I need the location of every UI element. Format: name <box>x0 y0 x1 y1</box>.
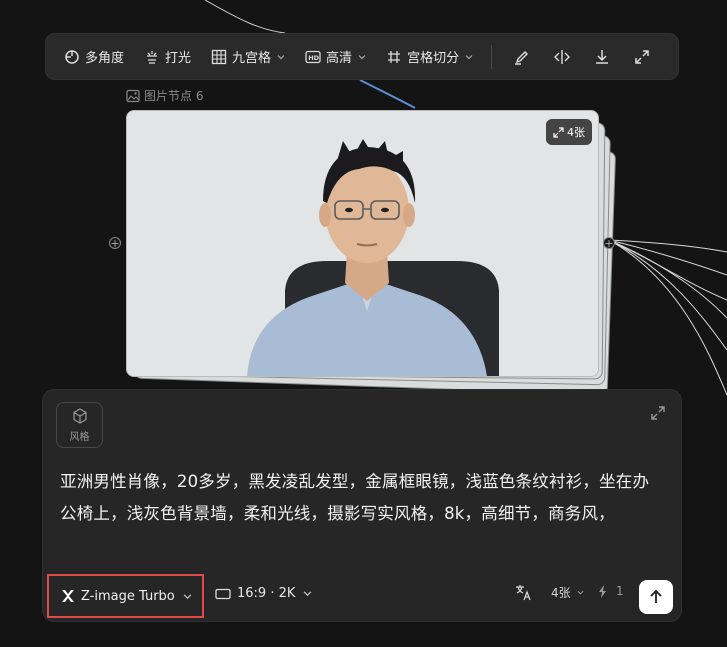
credits-indicator: 1 <box>598 584 624 598</box>
download-icon <box>596 49 609 64</box>
ratio-label: 16:9 · 2K <box>237 586 296 601</box>
send-button[interactable] <box>639 580 673 614</box>
aspect-ratio-selector[interactable]: 16:9 · 2K <box>215 586 312 601</box>
chevron-down-icon <box>577 590 584 595</box>
style-button[interactable]: 风格 <box>56 402 103 448</box>
image-icon <box>126 89 140 102</box>
count-badge-label: 4张 <box>567 126 585 139</box>
translate-button[interactable] <box>515 584 532 601</box>
image-node-card[interactable]: 4张 <box>126 110 599 377</box>
chevron-down-icon <box>304 591 312 597</box>
toolbar-divider <box>491 44 493 69</box>
model-label: Z-image Turbo <box>81 588 175 604</box>
hd-button[interactable]: HD 高清 <box>299 41 372 73</box>
nine-grid-label: 九宫格 <box>232 51 272 66</box>
hd-icon: HD <box>305 50 321 63</box>
flip-button[interactable] <box>542 41 582 73</box>
prompt-textarea[interactable]: 亚洲男性肖像，20多岁，黑发凌乱发型，金属框眼镜，浅蓝色条纹衬衫，坐在办公椅上，… <box>60 466 660 530</box>
style-label: 风格 <box>69 432 90 443</box>
chevron-down-icon <box>358 54 366 59</box>
output-port[interactable]: + <box>603 237 615 249</box>
image-count-label: 4张 <box>551 586 571 600</box>
multi-angle-icon <box>65 49 79 64</box>
credits-value: 1 <box>616 584 624 598</box>
chevron-down-icon <box>183 593 192 599</box>
expand-arrows-icon <box>553 126 564 138</box>
lighting-label: 打光 <box>165 51 192 66</box>
arrow-up-icon <box>650 590 662 603</box>
input-port[interactable]: + <box>109 237 121 249</box>
node-label-text: 图片节点 6 <box>144 89 204 103</box>
svg-text:HD: HD <box>308 53 319 61</box>
grid-split-button[interactable]: 宫格切分 <box>380 41 479 73</box>
lighting-icon <box>147 50 158 64</box>
aspect-ratio-icon <box>215 588 231 599</box>
chevron-down-icon <box>465 54 473 59</box>
multi-angle-button[interactable]: 多角度 <box>58 41 130 73</box>
flip-icon <box>554 49 571 64</box>
expand-panel-button[interactable] <box>649 404 667 426</box>
translate-icon <box>516 585 531 601</box>
image-count-selector[interactable]: 4张 <box>551 584 584 601</box>
prompt-panel: 风格 亚洲男性肖像，20多岁，黑发凌乱发型，金属框眼镜，浅蓝色条纹衬衫，坐在办公… <box>42 389 682 622</box>
multi-angle-label: 多角度 <box>85 51 125 66</box>
portrait-photo <box>127 111 598 376</box>
node-label: 图片节点 6 <box>126 87 203 104</box>
download-button[interactable] <box>582 41 622 73</box>
image-count-badge[interactable]: 4张 <box>546 119 592 145</box>
lightning-icon <box>599 584 606 598</box>
nine-grid-button[interactable]: 九宫格 <box>205 41 291 73</box>
hd-label: 高清 <box>326 51 353 66</box>
expand-icon <box>651 406 665 420</box>
image-toolbar: 多角度 打光 九宫格 HD 高清 宫格切分 <box>45 33 679 80</box>
brush-icon <box>515 50 529 65</box>
grid-split-icon <box>388 50 401 63</box>
lighting-button[interactable]: 打光 <box>138 41 197 73</box>
fullscreen-icon <box>635 49 649 64</box>
prompt-controls: Z-image Turbo 16:9 · 2K 4张 1 <box>43 570 681 618</box>
model-logo-icon <box>62 590 74 602</box>
model-selector[interactable]: Z-image Turbo <box>47 574 204 618</box>
chevron-down-icon <box>277 54 285 59</box>
grid-icon <box>211 49 227 64</box>
fullscreen-button[interactable] <box>622 41 662 73</box>
grid-split-label: 宫格切分 <box>407 51 460 66</box>
cube-icon <box>72 408 87 424</box>
brush-button[interactable] <box>502 41 542 73</box>
